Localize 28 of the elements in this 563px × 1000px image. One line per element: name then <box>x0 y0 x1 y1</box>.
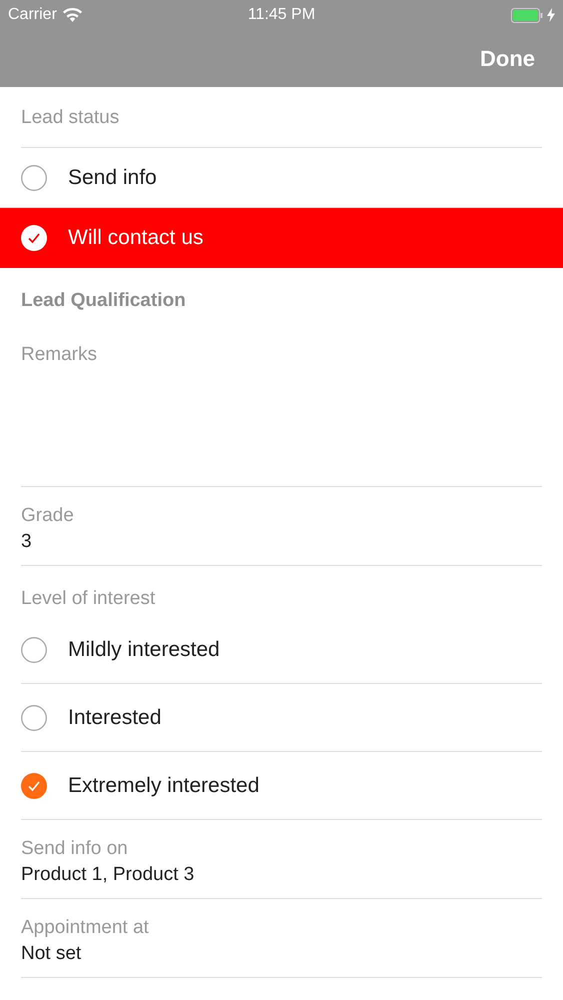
field-value[interactable]: Not set <box>21 943 82 964</box>
radio-button[interactable] <box>21 636 47 662</box>
option-label: Mildly interested <box>68 638 220 662</box>
check-circle-icon[interactable] <box>21 772 47 798</box>
section-label: Lead status <box>21 107 120 128</box>
option-label: Send info <box>68 166 157 190</box>
radio-option[interactable]: Will contact us <box>0 208 563 268</box>
field-label: Send info on <box>21 838 128 859</box>
clock-time: 11:45 PM <box>248 6 316 23</box>
radio-option[interactable]: Extremely interested <box>21 752 542 820</box>
option-label: Will contact us <box>68 226 204 250</box>
radio-option[interactable]: Mildly interested <box>21 616 542 684</box>
field-value[interactable]: Product 1, Product 3 <box>21 864 194 885</box>
radio-option[interactable]: Interested <box>21 684 542 752</box>
wifi-icon <box>62 8 82 22</box>
field-label: Grade <box>21 505 74 526</box>
radio-button[interactable] <box>21 704 47 730</box>
section-label: Level of interest <box>21 588 156 609</box>
option-label: Interested <box>68 706 162 730</box>
field-label: Appointment at <box>21 917 149 938</box>
option-label: Extremely interested <box>68 774 260 798</box>
carrier-label: Carrier <box>8 6 57 24</box>
check-circle-icon[interactable] <box>21 224 47 250</box>
battery-icon <box>511 8 543 22</box>
radio-button[interactable] <box>21 164 47 190</box>
field-value[interactable]: 3 <box>21 531 32 552</box>
field-label: Remarks <box>21 344 98 365</box>
section-heading: Lead Qualification <box>21 290 186 311</box>
